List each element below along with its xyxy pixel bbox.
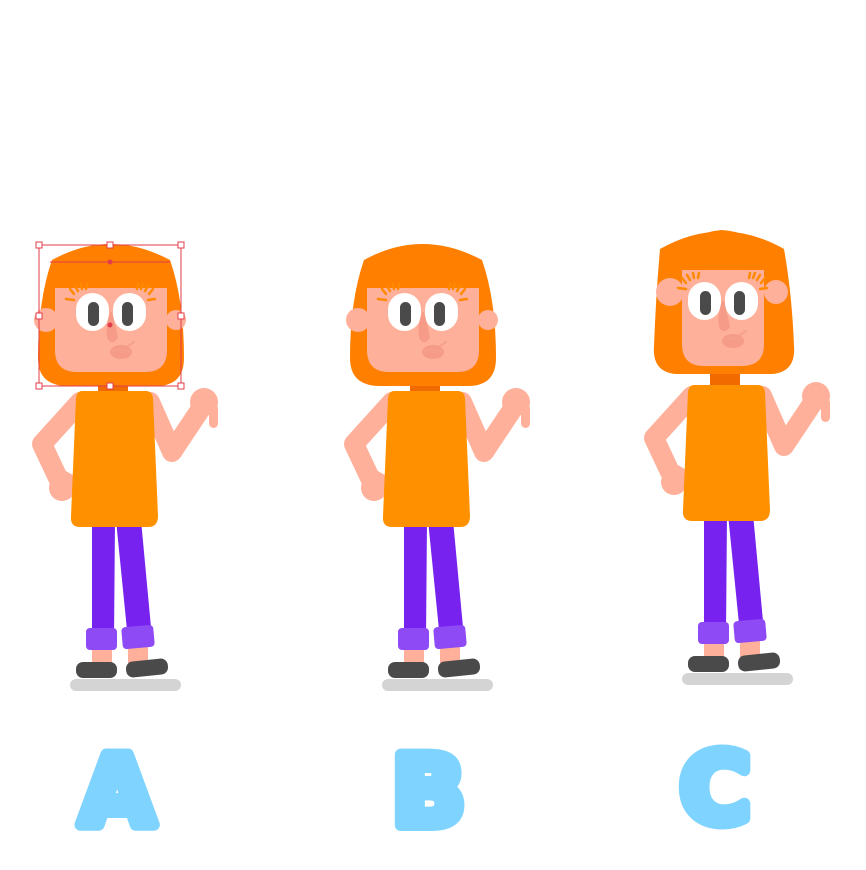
character-figure-c[interactable] (654, 230, 830, 685)
label-a: A (80, 736, 154, 848)
illustration-canvas: A B C (0, 230, 866, 854)
label-c: C (680, 733, 750, 845)
label-b: B (392, 736, 465, 848)
character-figure-b[interactable] (346, 244, 530, 691)
character-figure-a[interactable] (34, 241, 218, 691)
